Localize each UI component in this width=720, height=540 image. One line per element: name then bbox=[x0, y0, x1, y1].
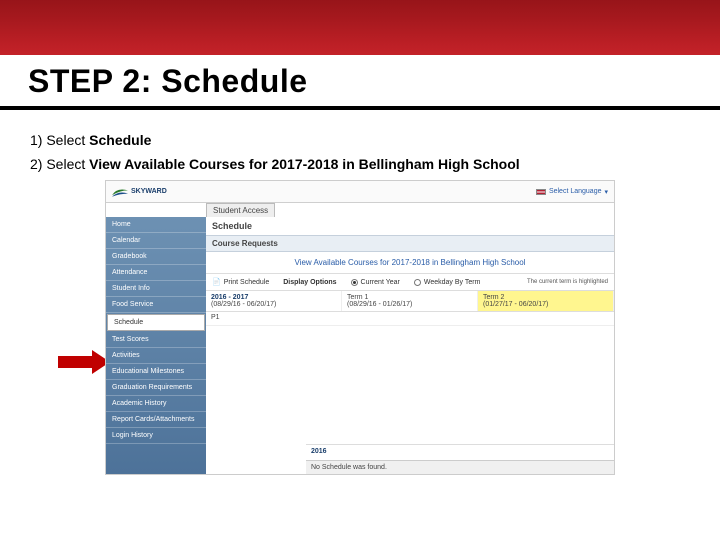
year-column: 2016 - 2017 (08/29/16 - 06/20/17) bbox=[206, 291, 342, 311]
year-range: (08/29/16 - 06/20/17) bbox=[211, 301, 276, 308]
instruction-2-bold: View Available Courses for 2017-2018 in … bbox=[89, 156, 520, 172]
sidebar-item-report-cards-attachments[interactable]: Report Cards/Attachments bbox=[106, 412, 206, 428]
instruction-1-prefix: 1) Select bbox=[30, 132, 89, 148]
embedded-screenshot: SKYWARD Select Language ▾ Student Access… bbox=[105, 180, 615, 475]
main-panel: Schedule Course Requests View Available … bbox=[206, 217, 614, 474]
student-access-tab[interactable]: Student Access bbox=[206, 203, 275, 217]
divider-bar bbox=[0, 106, 720, 110]
highlight-note: The current term is highlighted bbox=[527, 279, 608, 285]
display-options-label: Display Options bbox=[283, 279, 336, 286]
sidebar-item-activities[interactable]: Activities bbox=[106, 348, 206, 364]
sidebar-item-test-scores[interactable]: Test Scores bbox=[106, 332, 206, 348]
sidebar-item-gradebook[interactable]: Gradebook bbox=[106, 249, 206, 265]
instruction-2-prefix: 2) Select bbox=[30, 156, 89, 172]
period-label: P1 bbox=[206, 312, 342, 325]
option-weekday-by-term[interactable]: Weekday By Term bbox=[414, 279, 481, 286]
radio-off-icon bbox=[414, 279, 421, 286]
embedded-screenshot-wrap: SKYWARD Select Language ▾ Student Access… bbox=[0, 180, 720, 475]
panel-header: Schedule bbox=[206, 217, 614, 235]
cell-blank-2 bbox=[478, 312, 614, 325]
sidebar-item-calendar[interactable]: Calendar bbox=[106, 233, 206, 249]
term1-column: Term 1 (08/29/16 - 01/26/17) bbox=[342, 291, 478, 311]
sidebar-item-graduation-requirements[interactable]: Graduation Requirements bbox=[106, 380, 206, 396]
chevron-down-icon: ▾ bbox=[604, 188, 608, 196]
sidebar: HomeCalendarGradebookAttendanceStudent I… bbox=[106, 217, 206, 474]
sidebar-item-student-info[interactable]: Student Info bbox=[106, 281, 206, 297]
display-options-row: 📄 Print Schedule Display Options Current… bbox=[206, 274, 614, 291]
skyward-logo: SKYWARD bbox=[112, 187, 167, 197]
term2-label: Term 2 bbox=[483, 294, 504, 301]
no-schedule-message: No Schedule was found. bbox=[306, 460, 614, 474]
term2-range: (01/27/17 - 06/20/17) bbox=[483, 301, 548, 308]
sidebar-item-login-history[interactable]: Login History bbox=[106, 428, 206, 444]
panel-subheader: Course Requests bbox=[206, 235, 614, 252]
sidebar-item-schedule[interactable]: Schedule bbox=[107, 314, 205, 331]
term1-range: (08/29/16 - 01/26/17) bbox=[347, 301, 412, 308]
term1-label: Term 1 bbox=[347, 294, 368, 301]
sidebar-item-home[interactable]: Home bbox=[106, 217, 206, 233]
print-schedule-link[interactable]: 📄 Print Schedule bbox=[212, 278, 269, 286]
sidebar-item-academic-history[interactable]: Academic History bbox=[106, 396, 206, 412]
language-label: Select Language bbox=[549, 188, 602, 195]
header-banner: STEP 2: Schedule bbox=[0, 0, 720, 110]
option-current-year[interactable]: Current Year bbox=[351, 279, 400, 286]
language-selector[interactable]: Select Language ▾ bbox=[536, 188, 608, 196]
app-top-bar: SKYWARD Select Language ▾ bbox=[106, 181, 614, 203]
cell-blank-1 bbox=[342, 312, 478, 325]
sidebar-item-educational-milestones[interactable]: Educational Milestones bbox=[106, 364, 206, 380]
year-section-label: 2016 bbox=[306, 444, 614, 458]
instruction-list: 1) Select Schedule 2) Select View Availa… bbox=[0, 110, 720, 172]
term-header-row: 2016 - 2017 (08/29/16 - 06/20/17) Term 1… bbox=[206, 291, 614, 312]
sidebar-item-attendance[interactable]: Attendance bbox=[106, 265, 206, 281]
instruction-item-2: 2) Select View Available Courses for 201… bbox=[30, 156, 690, 172]
view-available-courses-link[interactable]: View Available Courses for 2017-2018 in … bbox=[206, 252, 614, 274]
skyward-logo-icon bbox=[112, 187, 128, 197]
app-body: HomeCalendarGradebookAttendanceStudent I… bbox=[106, 217, 614, 474]
instruction-1-bold: Schedule bbox=[89, 132, 151, 148]
term2-column: Term 2 (01/27/17 - 06/20/17) bbox=[478, 291, 614, 311]
sidebar-item-food-service[interactable]: Food Service bbox=[106, 297, 206, 313]
instruction-item-1: 1) Select Schedule bbox=[30, 132, 690, 148]
flag-icon bbox=[536, 189, 546, 195]
year-label: 2016 - 2017 bbox=[211, 294, 248, 301]
skyward-logo-text: SKYWARD bbox=[131, 188, 167, 195]
page-title: STEP 2: Schedule bbox=[28, 63, 692, 100]
title-band: STEP 2: Schedule bbox=[0, 55, 720, 106]
schedule-row: P1 bbox=[206, 312, 614, 326]
radio-on-icon bbox=[351, 279, 358, 286]
